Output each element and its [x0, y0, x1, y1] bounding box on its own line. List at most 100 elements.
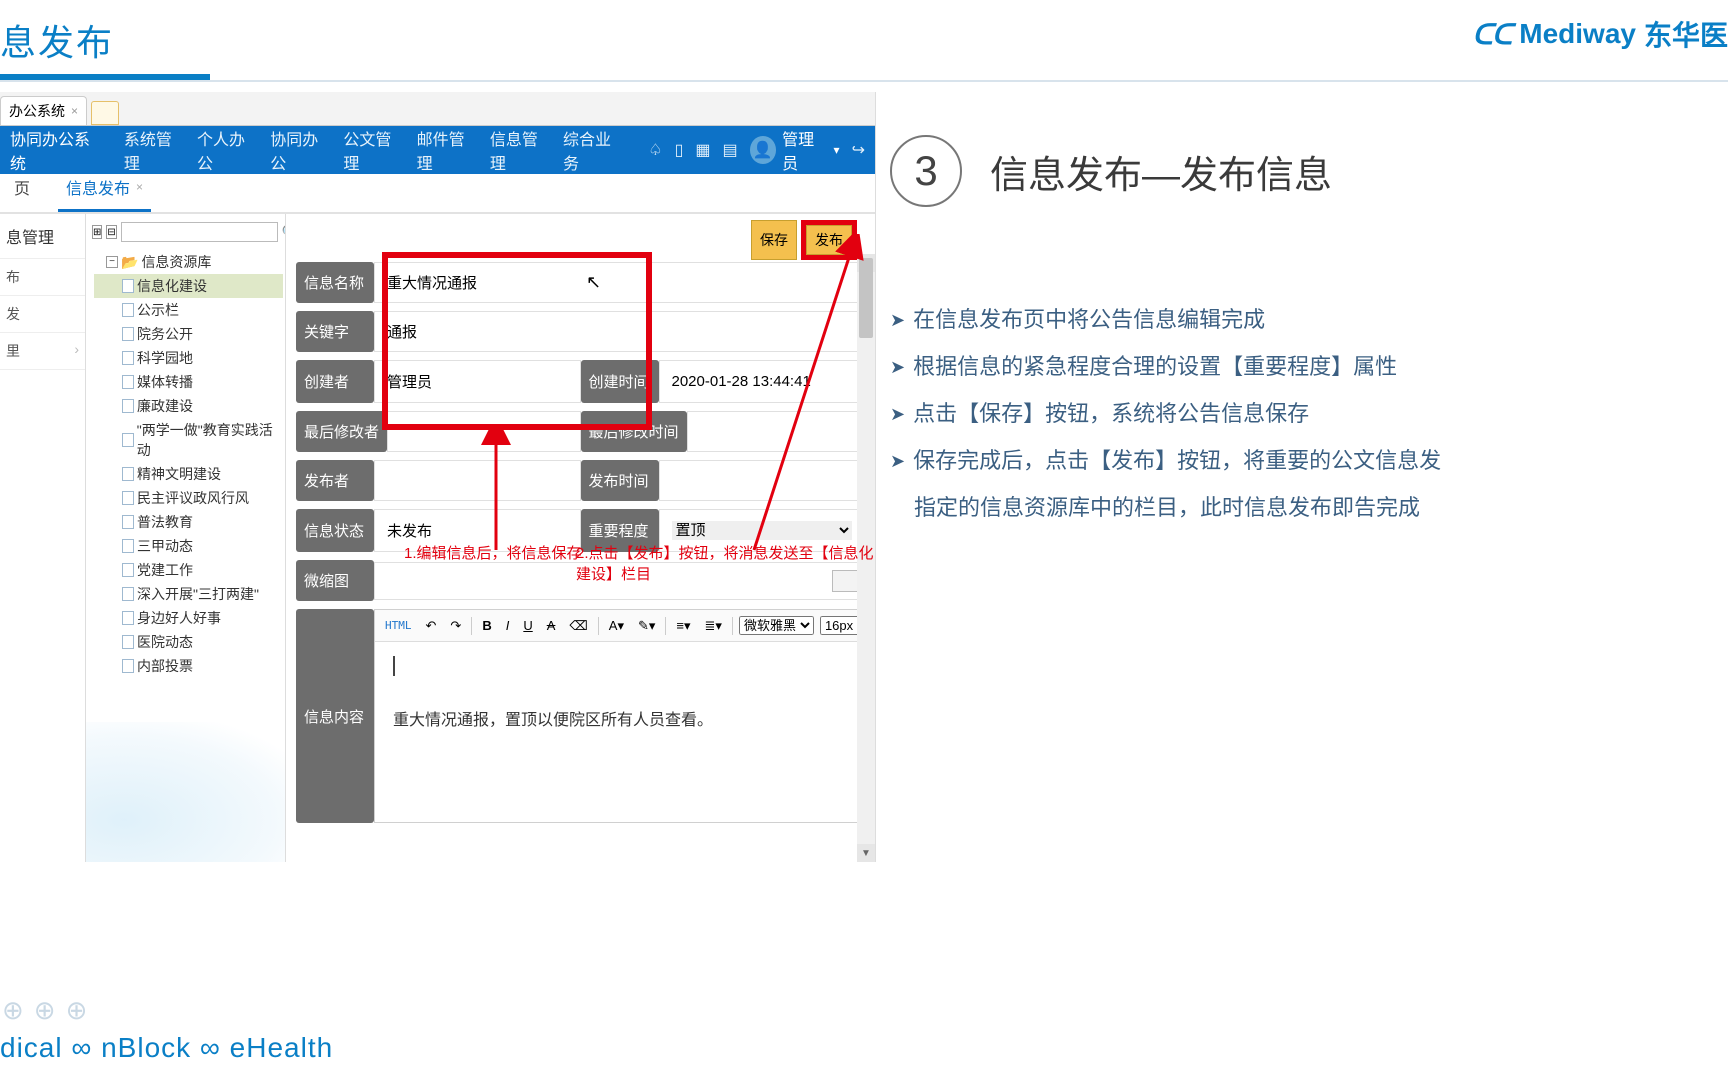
title-baseline — [0, 80, 1728, 82]
label-content: 信息内容 — [296, 609, 374, 823]
bg-color-icon[interactable]: ✎▾ — [634, 616, 659, 636]
brand-mark-icon: ᑕᑕ — [1472, 18, 1511, 51]
tree-root-node[interactable]: − 📂 信息资源库 — [94, 250, 283, 274]
tree-item[interactable]: 普法教育 — [94, 510, 283, 534]
file-icon — [122, 659, 134, 673]
bullet-text-cont: 指定的信息资源库中的栏目，此时信息发布即告完成 — [914, 491, 1450, 524]
nav-collab[interactable]: 协同办公 — [270, 126, 331, 174]
editor-content-area[interactable]: 重大情况通报，置顶以便院区所有人员查看。 — [375, 642, 875, 822]
font-color-icon[interactable]: A▾ — [605, 616, 628, 636]
tree-item[interactable]: 深入开展"三打两建" — [94, 582, 283, 606]
tree-item[interactable]: 身边好人好事 — [94, 606, 283, 630]
tree-item[interactable]: "两学一做"教育实践活动 — [94, 418, 283, 462]
avatar-icon: 👤 — [750, 136, 776, 164]
slide-title: 息发布 — [0, 14, 114, 66]
accordion-item[interactable]: 布 — [0, 259, 85, 296]
publish-button[interactable]: 发布 — [806, 225, 852, 255]
file-icon — [122, 399, 134, 413]
select-priority[interactable]: 置顶 — [672, 521, 853, 540]
label-keyword: 关键字 — [296, 311, 374, 352]
user-label: 管理员 — [782, 126, 827, 174]
nav-docmgmt[interactable]: 公文管理 — [343, 126, 404, 174]
device-icon[interactable]: ▯ — [675, 140, 684, 160]
browser-tab[interactable]: 办公系统 × — [0, 96, 87, 125]
strike-icon[interactable]: A — [543, 616, 560, 635]
nav-mail[interactable]: 邮件管理 — [417, 126, 478, 174]
tab-home[interactable]: 页 — [6, 165, 38, 212]
file-icon — [122, 563, 134, 577]
label-thumbnail: 微缩图 — [296, 560, 374, 601]
explanation-panel: 3 信息发布—发布信息 ➤在信息发布页中将公告信息编辑完成 ➤根据信息的紧急程度… — [890, 135, 1450, 538]
close-icon[interactable]: × — [136, 180, 143, 194]
calendar-icon[interactable]: ▦ — [695, 140, 710, 160]
accordion-item[interactable]: 里› — [0, 333, 85, 370]
browser-tab-label: 办公系统 — [9, 101, 65, 121]
input-info-name[interactable] — [387, 274, 852, 291]
editor-toolbar: HTML ↶ ↷ B I U A ⌫ A▾ ✎▾ ≡▾ ≣ — [375, 610, 875, 642]
html-source-button[interactable]: HTML — [381, 617, 416, 634]
mouse-cursor-icon: ↖ — [586, 272, 601, 293]
nav-personal[interactable]: 个人办公 — [197, 126, 258, 174]
tree-item[interactable]: 民主评议政风行风 — [94, 486, 283, 510]
value-publisher — [374, 460, 581, 501]
step-number-badge: 3 — [890, 135, 962, 207]
bullet-text: 在信息发布页中将公告信息编辑完成 — [913, 303, 1450, 336]
value-modifier — [387, 411, 580, 452]
rich-text-editor: HTML ↶ ↷ B I U A ⌫ A▾ ✎▾ ≡▾ ≣ — [374, 609, 875, 823]
bell-icon[interactable]: ♤ — [648, 140, 662, 160]
close-icon[interactable]: × — [71, 104, 78, 118]
scrollbar-thumb[interactable] — [859, 258, 873, 338]
user-menu[interactable]: 👤 管理员 ▾ — [750, 126, 840, 174]
expand-all-icon[interactable]: ⊞ — [92, 225, 102, 239]
tree-item[interactable]: 公示栏 — [94, 298, 283, 322]
scroll-down-icon[interactable]: ▼ — [857, 844, 875, 862]
logout-icon[interactable]: ↪ — [852, 140, 865, 160]
collapse-icon[interactable]: − — [106, 256, 118, 268]
tree-item[interactable]: 医院动态 — [94, 630, 283, 654]
step-title: 信息发布—发布信息 — [990, 144, 1332, 199]
accordion-item[interactable]: 发 — [0, 296, 85, 333]
tree-item[interactable]: 院务公开 — [94, 322, 283, 346]
file-icon — [122, 433, 134, 447]
underline-icon[interactable]: U — [519, 616, 536, 635]
clear-format-icon[interactable]: ⌫ — [565, 616, 591, 636]
bullet-text: 保存完成后，点击【发布】按钮，将重要的公文信息发 — [913, 444, 1450, 477]
tree-root-label: 信息资源库 — [141, 252, 211, 272]
input-keyword[interactable] — [387, 323, 852, 340]
tree-item-info-build[interactable]: 信息化建设 — [94, 274, 283, 298]
tree-item[interactable]: 党建工作 — [94, 558, 283, 582]
tree-item[interactable]: 内部投票 — [94, 654, 283, 678]
folder-icon: 📂 — [121, 254, 138, 271]
ol-icon[interactable]: ≡▾ — [672, 616, 694, 636]
file-icon — [122, 279, 134, 293]
tree-item[interactable]: 媒体转播 — [94, 370, 283, 394]
tree-item[interactable]: 精神文明建设 — [94, 462, 283, 486]
editor-text: 重大情况通报，置顶以便院区所有人员查看。 — [393, 706, 875, 730]
undo-icon[interactable]: ↶ — [422, 616, 441, 636]
tab-info-publish[interactable]: 信息发布 × — [58, 165, 151, 212]
ul-icon[interactable]: ≣▾ — [701, 616, 726, 636]
bullet-text: 点击【保存】按钮，系统将公告信息保存 — [913, 397, 1450, 430]
redo-icon[interactable]: ↷ — [446, 616, 465, 636]
chevron-right-icon: › — [74, 341, 79, 357]
tree-item[interactable]: 三甲动态 — [94, 534, 283, 558]
bullet-arrow-icon: ➤ — [890, 448, 905, 477]
nav-biz[interactable]: 综合业务 — [563, 126, 624, 174]
font-family-select[interactable]: 微软雅黑 — [739, 616, 814, 635]
tab-label: 信息发布 — [66, 175, 130, 199]
italic-icon[interactable]: I — [502, 616, 514, 635]
tree-item[interactable]: 廉政建设 — [94, 394, 283, 418]
new-tab-button[interactable] — [91, 101, 119, 125]
bold-icon[interactable]: B — [478, 616, 495, 635]
save-button[interactable]: 保存 — [751, 220, 797, 260]
tree-item[interactable]: 科学园地 — [94, 346, 283, 370]
decorative-swoosh — [86, 722, 286, 862]
label-create-time: 创建时间 — [581, 360, 659, 403]
doc-icon[interactable]: ▤ — [723, 140, 738, 160]
tree-search-input[interactable] — [121, 222, 278, 242]
brand-text-cn: 东华医 — [1644, 14, 1728, 54]
file-icon — [122, 327, 134, 341]
collapse-all-icon[interactable]: ⊟ — [106, 225, 116, 239]
label-creator: 创建者 — [296, 360, 374, 403]
nav-info[interactable]: 信息管理 — [490, 126, 551, 174]
